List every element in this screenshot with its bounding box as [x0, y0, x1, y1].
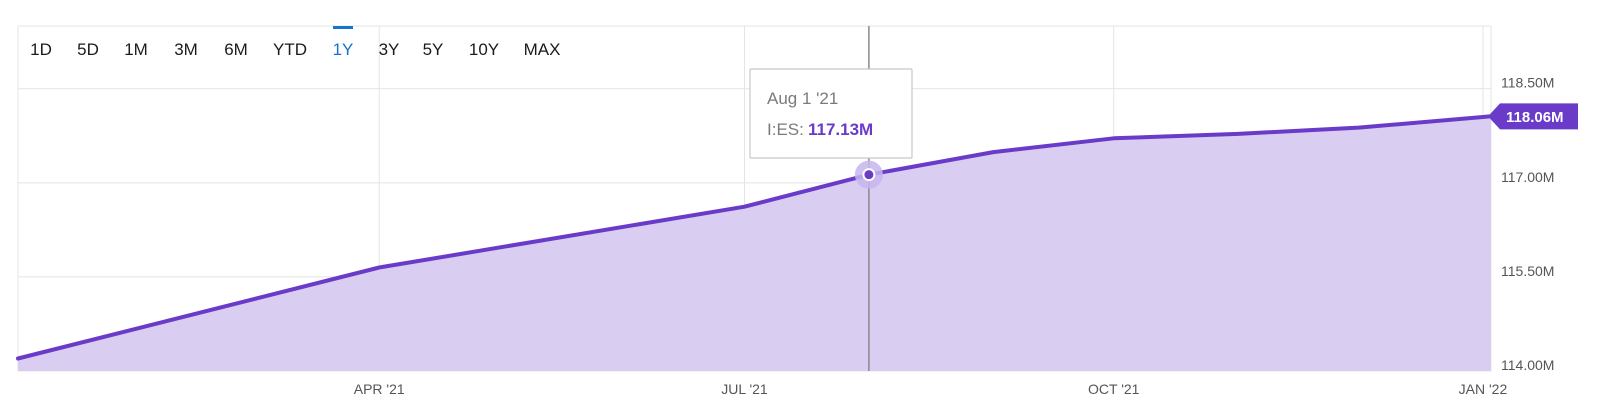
data-point [15, 355, 21, 361]
range-button-5d[interactable]: 5D [77, 40, 99, 59]
range-button-ytd[interactable]: YTD [273, 40, 307, 59]
range-button-1y[interactable]: 1Y [333, 40, 354, 59]
y-tick-label: 115.50M [1501, 263, 1554, 279]
range-button-3y[interactable]: 3Y [379, 40, 400, 59]
tooltip: Aug 1 '21 I:ES: 117.13M [749, 68, 913, 159]
y-tick-label: 117.00M [1501, 169, 1554, 185]
tooltip-date: Aug 1 '21 [767, 89, 838, 108]
range-button-1m[interactable]: 1M [124, 40, 148, 59]
range-button-max[interactable]: MAX [524, 40, 561, 59]
area-chart: APR '21 JUL '21 OCT '21 JAN '22 114.00M 115.… [15, 25, 1578, 397]
y-tick-label: 114.00M [1501, 357, 1554, 373]
x-tick-label: JUL '21 [721, 381, 768, 397]
x-tick-label: OCT '21 [1088, 381, 1140, 397]
range-button-3m[interactable]: 3M [174, 40, 198, 59]
data-point [376, 265, 382, 271]
range-button-10y[interactable]: 10Y [469, 40, 499, 59]
data-point [741, 204, 747, 210]
active-range-indicator [333, 26, 353, 29]
hover-point [862, 168, 876, 182]
data-point [1480, 114, 1486, 120]
range-selector: 1D 5D 1M 3M 6M YTD 1Y 3Y 5Y 10Y MAX [30, 26, 560, 59]
range-button-6m[interactable]: 6M [224, 40, 248, 59]
chart-container: APR '21 JUL '21 OCT '21 JAN '22 114.00M 115.… [0, 0, 1600, 406]
tooltip-series-label: I:ES: [767, 120, 804, 139]
x-tick-label: JAN '22 [1459, 381, 1508, 397]
data-point [1356, 125, 1362, 131]
y-tick-label: 118.50M [1501, 75, 1554, 91]
data-point [1235, 131, 1241, 137]
tooltip-value: 117.13M [808, 120, 873, 139]
data-point [1111, 135, 1117, 141]
x-axis-ticks: APR '21 JUL '21 OCT '21 JAN '22 [354, 381, 1508, 397]
last-value-badge: 118.06M [1488, 103, 1578, 130]
tooltip-box [749, 68, 913, 159]
range-button-1d[interactable]: 1D [30, 40, 52, 59]
data-point [990, 149, 996, 155]
last-value-badge-label: 118.06M [1506, 109, 1564, 126]
x-tick-label: APR '21 [354, 381, 405, 397]
range-button-5y[interactable]: 5Y [423, 40, 444, 59]
